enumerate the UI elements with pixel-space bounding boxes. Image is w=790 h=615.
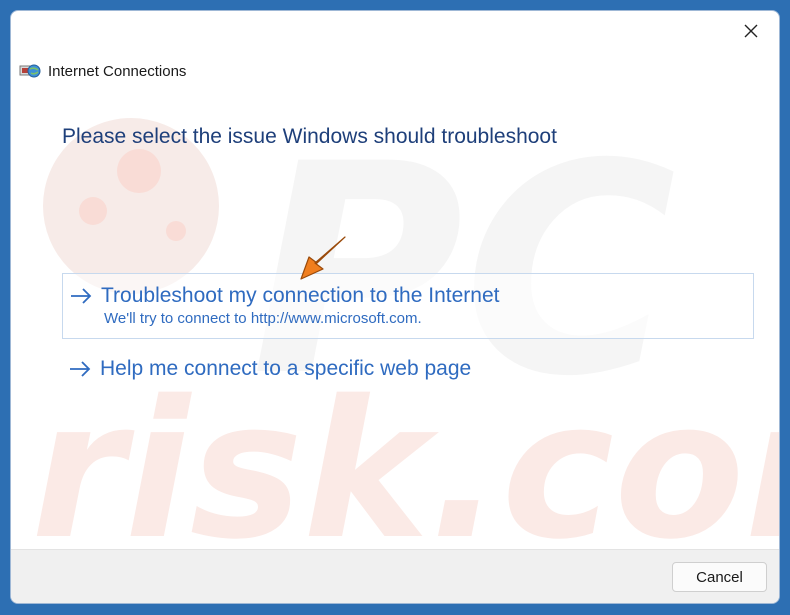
window-title-bar: Internet Connections — [19, 61, 186, 81]
arrow-right-icon — [71, 288, 92, 304]
annotation-arrow-icon — [300, 236, 346, 280]
cancel-button[interactable]: Cancel — [672, 562, 767, 592]
network-connections-icon — [19, 64, 41, 78]
page-heading: Please select the issue Windows should t… — [62, 125, 557, 148]
close-icon — [744, 24, 758, 38]
connect-specific-page-option[interactable]: Help me connect to a specific web page — [62, 347, 754, 391]
window-title: Internet Connections — [48, 62, 187, 80]
arrow-right-icon — [70, 361, 91, 377]
option-description: We'll try to connect to http://www.micro… — [104, 310, 422, 327]
close-button[interactable] — [733, 17, 769, 45]
dialog-footer: Cancel — [11, 549, 779, 603]
troubleshooter-dialog: PC risk.com Internet Connections Please … — [10, 10, 780, 604]
option-title: Troubleshoot my connection to the Intern… — [101, 284, 500, 307]
option-title: Help me connect to a specific web page — [100, 357, 472, 380]
troubleshoot-connection-option[interactable]: Troubleshoot my connection to the Intern… — [62, 273, 754, 339]
svg-text:risk.com: risk.com — [31, 360, 780, 581]
